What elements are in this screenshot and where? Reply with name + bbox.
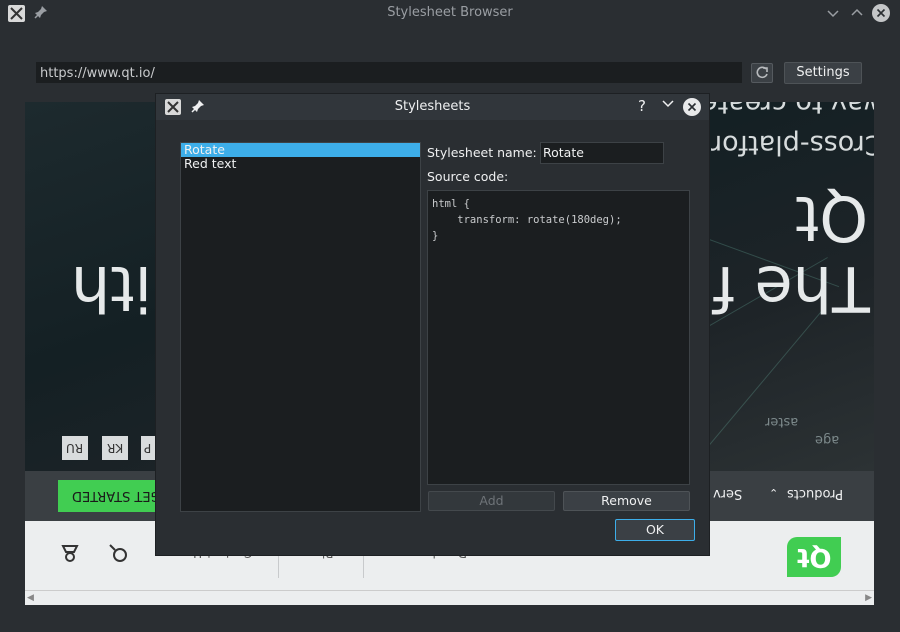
scroll-right-icon[interactable]: ▶ (865, 593, 872, 603)
main-titlebar: Stylesheet Browser (0, 0, 900, 27)
dialog-minimize-icon[interactable] (661, 97, 675, 115)
url-input[interactable]: https://www.qt.io/ (36, 62, 742, 83)
chevron-icon: ⌄ (769, 486, 779, 499)
close-icon[interactable] (872, 4, 890, 22)
nav-services[interactable]: Serv (713, 486, 742, 501)
hero-qt: Qt (795, 182, 869, 255)
minimize-icon[interactable] (823, 3, 843, 23)
list-item[interactable]: Red text (181, 157, 420, 171)
search-icon[interactable] (107, 542, 129, 568)
stylesheet-list[interactable]: Rotate Red text (180, 142, 421, 512)
qt-logo[interactable]: Qt (787, 537, 841, 577)
lang-jp[interactable]: P (141, 436, 155, 460)
remove-button[interactable]: Remove (563, 491, 690, 511)
add-button[interactable]: Add (428, 491, 555, 511)
source-code-editor[interactable]: html { transform: rotate(180deg); } (427, 190, 690, 485)
hero-subtitle-2: way to create (701, 102, 874, 119)
nav-products[interactable]: Products (787, 486, 843, 501)
window-title: Stylesheet Browser (387, 5, 513, 20)
stylesheet-name-label: Stylesheet name: (427, 145, 537, 160)
stylesheets-dialog: Stylesheets ? Rotate Red text Stylesheet… (155, 93, 710, 556)
reload-button[interactable] (751, 63, 773, 83)
dialog-titlebar: Stylesheets ? (156, 94, 709, 120)
lang-kr[interactable]: KR (102, 436, 128, 460)
user-icon[interactable] (59, 542, 81, 568)
source-code-label: Source code: (427, 169, 509, 184)
help-icon[interactable]: ? (638, 97, 646, 115)
settings-button[interactable]: Settings (784, 62, 862, 84)
hero-title-2: ith (71, 252, 152, 325)
hero-subtitle-1: Cross-platfor (711, 129, 874, 160)
ok-button[interactable]: OK (615, 519, 695, 541)
scroll-left-icon[interactable]: ◀ (27, 593, 34, 603)
reload-icon (756, 66, 768, 79)
horizontal-scrollbar[interactable]: ◀ ▶ (25, 590, 874, 605)
hero-title-1: The f (713, 252, 870, 325)
hero-side-text-2: aster (765, 414, 799, 429)
list-item[interactable]: Rotate (181, 143, 420, 157)
stylesheet-name-input[interactable]: Rotate (540, 142, 664, 164)
dialog-title: Stylesheets (394, 99, 471, 114)
dialog-close-icon[interactable] (683, 98, 701, 116)
lang-ru[interactable]: RU (62, 436, 88, 460)
hero-side-text-1: age (815, 432, 840, 447)
maximize-icon[interactable] (847, 3, 867, 23)
